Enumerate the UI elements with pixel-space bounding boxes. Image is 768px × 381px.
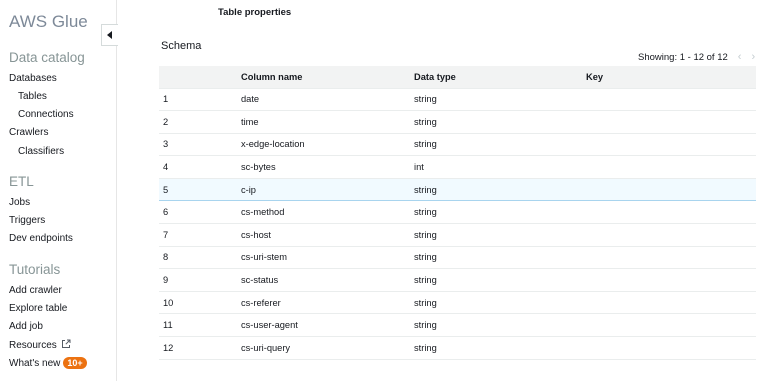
row-column-name: c-ip (241, 177, 414, 202)
row-data-type: string (414, 200, 586, 225)
chevron-left-icon[interactable]: ‹ (738, 51, 742, 63)
nav-add-job[interactable]: Add job (9, 321, 43, 332)
row-index: 4 (159, 155, 241, 179)
row-data-type: string (414, 177, 586, 202)
nav-whats-new[interactable]: What's new 10+ (9, 357, 87, 369)
row-index: 8 (159, 246, 241, 270)
row-index: 1 (159, 88, 241, 112)
row-key (586, 291, 756, 315)
row-key (586, 200, 756, 225)
nav-resources[interactable]: Resources (9, 339, 71, 352)
row-data-type: string (414, 336, 586, 360)
row-key (586, 177, 756, 202)
row-index: 7 (159, 223, 241, 247)
app-title[interactable]: AWS Glue (9, 12, 88, 32)
row-key (586, 223, 756, 247)
row-key (586, 88, 756, 112)
row-data-type: string (414, 313, 586, 338)
row-key (586, 133, 756, 157)
row-column-name: cs-method (241, 200, 414, 225)
row-column-name: cs-referer (241, 291, 414, 315)
row-data-type: string (414, 133, 586, 157)
row-column-name: cs-user-agent (241, 313, 414, 338)
row-data-type: string (414, 223, 586, 247)
nav-explore-table[interactable]: Explore table (9, 303, 67, 314)
header-data-type[interactable]: Data type (414, 66, 586, 89)
table-row[interactable]: 9 sc-status string (159, 268, 756, 292)
row-column-name: sc-bytes (241, 155, 414, 179)
schema-table: Column name Data type Key 1 date string 2t… (159, 66, 756, 360)
chevron-right-icon[interactable]: › (751, 51, 755, 63)
row-index: 11 (159, 313, 241, 338)
header-key[interactable]: Key (586, 66, 756, 89)
row-data-type: string (414, 291, 586, 315)
nav-whats-new-label: What's new (9, 358, 61, 369)
whats-new-badge: 10+ (63, 357, 87, 369)
row-key (586, 268, 756, 292)
row-column-name: sc-status (241, 268, 414, 292)
nav-add-crawler[interactable]: Add crawler (9, 285, 62, 296)
table-row-hovered[interactable]: 5 c-ip string (159, 177, 756, 202)
row-index: 12 (159, 336, 241, 360)
row-column-name: time (241, 110, 414, 134)
nav-jobs[interactable]: Jobs (9, 197, 30, 208)
row-index: 6 (159, 200, 241, 225)
row-data-type: string (414, 246, 586, 270)
header-column-name[interactable]: Column name (241, 66, 414, 89)
table-row[interactable]: 6 cs-method string (159, 200, 756, 225)
collapse-sidebar-button[interactable] (101, 24, 118, 46)
row-data-type: string (414, 88, 586, 112)
table-header-row: Column name Data type Key (159, 66, 756, 89)
table-properties-label: Table properties (218, 7, 292, 18)
row-index: 10 (159, 291, 241, 315)
nav-classifiers[interactable]: Classifiers (18, 146, 64, 157)
table-row[interactable]: 1 date string (159, 88, 756, 112)
section-etl: ETL (9, 174, 34, 189)
table-row[interactable]: 4 sc-bytes int (159, 155, 756, 179)
schema-title: Schema (161, 40, 202, 52)
row-data-type: string (414, 110, 586, 134)
row-index: 5 (159, 177, 241, 202)
section-data-catalog: Data catalog (9, 50, 85, 65)
row-key (586, 246, 756, 270)
sidebar: AWS Glue Data catalog Databases Tables C… (0, 0, 117, 381)
table-row[interactable]: 7 cs-host string (159, 223, 756, 247)
table-row[interactable]: 12 cs-uri-query string (159, 336, 756, 360)
row-key (586, 313, 756, 338)
table-row[interactable]: 8 cs-uri-stem string (159, 246, 756, 270)
table-row[interactable]: 3 x-edge-location string (159, 133, 756, 157)
caret-left-icon (107, 31, 112, 39)
row-column-name: x-edge-location (241, 133, 414, 157)
nav-dev-endpoints[interactable]: Dev endpoints (9, 233, 73, 244)
row-key (586, 110, 756, 134)
row-column-name: date (241, 88, 414, 112)
nav-connections[interactable]: Connections (18, 109, 74, 120)
row-index: 9 (159, 268, 241, 292)
external-link-icon (61, 339, 71, 352)
row-column-name: cs-uri-stem (241, 246, 414, 270)
nav-crawlers[interactable]: Crawlers (9, 127, 48, 138)
nav-resources-label: Resources (9, 340, 57, 351)
table-row[interactable]: 2 time string (159, 110, 756, 134)
row-index: 2 (159, 110, 241, 134)
row-data-type: string (414, 268, 586, 292)
row-key (586, 336, 756, 360)
nav-tables[interactable]: Tables (18, 91, 47, 102)
pagination-text: Showing: 1 - 12 of 12 (638, 51, 728, 63)
row-key (586, 155, 756, 179)
nav-triggers[interactable]: Triggers (9, 215, 45, 226)
nav-databases[interactable]: Databases (9, 73, 57, 84)
row-index: 3 (159, 133, 241, 157)
pagination: Showing: 1 - 12 of 12 ‹ › (638, 51, 755, 63)
row-column-name: cs-host (241, 223, 414, 247)
row-column-name: cs-uri-query (241, 336, 414, 360)
row-data-type: int (414, 155, 586, 179)
header-index (159, 66, 241, 89)
table-row[interactable]: 11 cs-user-agent string (159, 313, 756, 338)
table-row[interactable]: 10 cs-referer string (159, 291, 756, 315)
section-tutorials: Tutorials (9, 262, 61, 277)
